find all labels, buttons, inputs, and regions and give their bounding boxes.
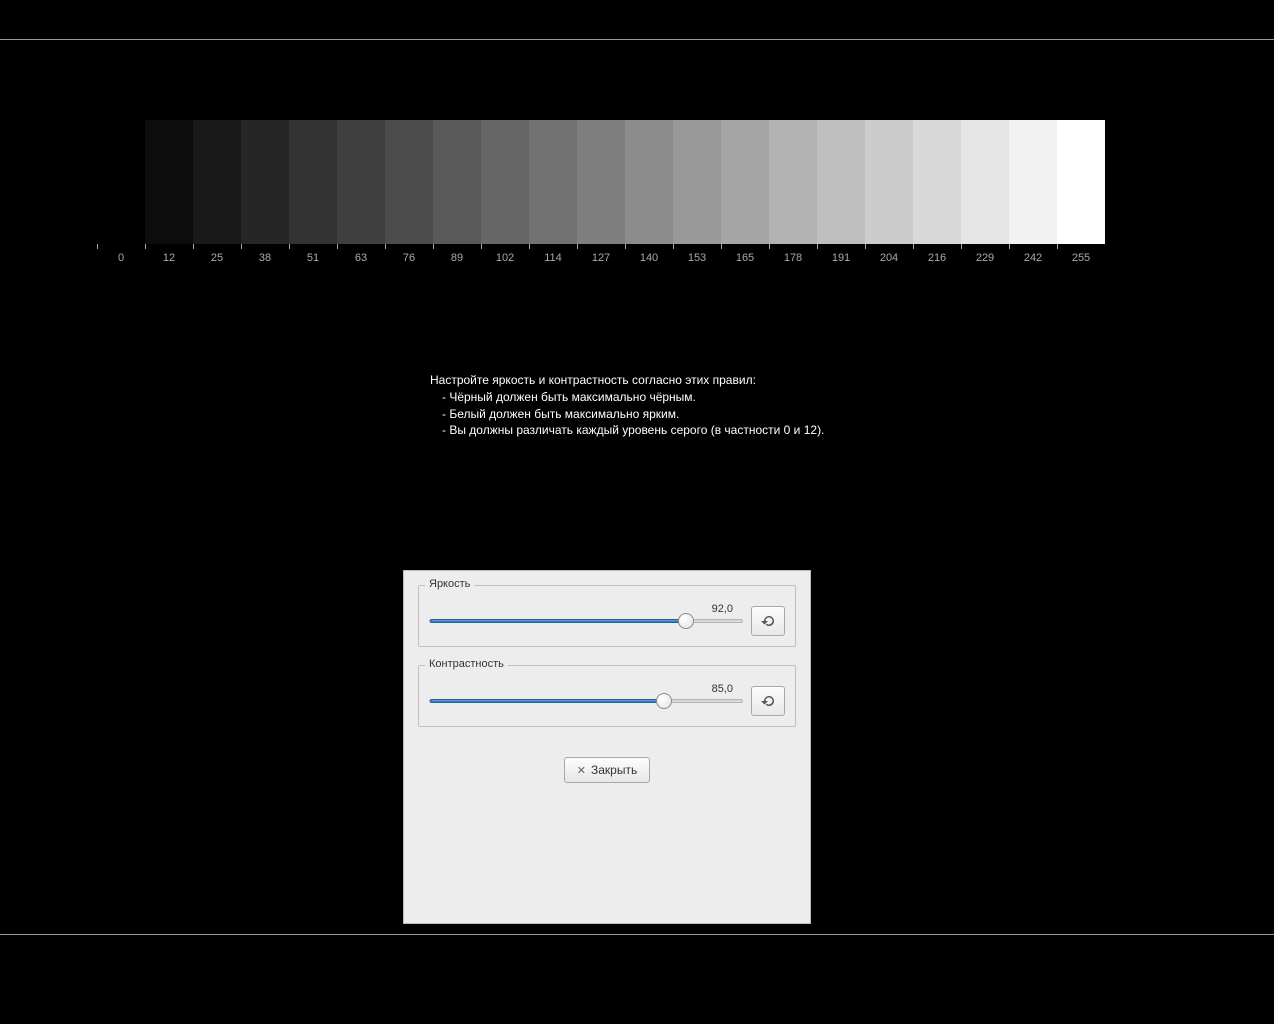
gradient-cell xyxy=(721,120,769,244)
undo-icon xyxy=(760,693,776,709)
frame-top-line xyxy=(0,39,1274,40)
gradient-cell xyxy=(625,120,673,244)
gradient-tick-label: 216 xyxy=(928,252,946,264)
contrast-reset-button[interactable] xyxy=(751,686,785,716)
frame-bottom-line xyxy=(0,934,1274,935)
gradient-tick-label: 102 xyxy=(496,252,514,264)
instruction-rule: - Чёрный должен быть максимально чёрным. xyxy=(442,389,824,406)
gradient-tick-label: 229 xyxy=(976,252,994,264)
gradient-tick-label: 140 xyxy=(640,252,658,264)
gradient-tick-label: 51 xyxy=(307,252,319,264)
gradient-cell xyxy=(97,120,145,244)
gradient-cell xyxy=(1057,120,1105,244)
grayscale-gradient-strip xyxy=(97,120,1105,244)
gradient-tick-label: 0 xyxy=(118,252,124,264)
instruction-rule: - Вы должны различать каждый уровень сер… xyxy=(442,422,824,439)
gradient-cell xyxy=(385,120,433,244)
brightness-group: Яркость 92,0 xyxy=(418,585,796,647)
gradient-tick-label: 255 xyxy=(1072,252,1090,264)
gradient-cell xyxy=(865,120,913,244)
gradient-tick-label: 89 xyxy=(451,252,463,264)
gradient-cell xyxy=(145,120,193,244)
brightness-slider[interactable] xyxy=(429,619,743,623)
gradient-tick-label: 242 xyxy=(1024,252,1042,264)
gradient-tick-label: 153 xyxy=(688,252,706,264)
contrast-group: Контрастность 85,0 xyxy=(418,665,796,727)
instruction-rule: - Белый должен быть максимально ярким. xyxy=(442,406,824,423)
contrast-slider[interactable] xyxy=(429,699,743,703)
gradient-tick-label: 12 xyxy=(163,252,175,264)
gradient-cell xyxy=(193,120,241,244)
gradient-cell xyxy=(337,120,385,244)
brightness-contrast-dialog: Яркость 92,0 Контрастность 85,0 xyxy=(403,570,811,924)
contrast-value: 85,0 xyxy=(712,683,733,695)
gradient-tick-label: 178 xyxy=(784,252,802,264)
gradient-cell xyxy=(817,120,865,244)
gradient-cell xyxy=(1009,120,1057,244)
gradient-cell xyxy=(529,120,577,244)
gradient-tick-label: 63 xyxy=(355,252,367,264)
brightness-reset-button[interactable] xyxy=(751,606,785,636)
gradient-tick-label: 127 xyxy=(592,252,610,264)
gradient-tick-label: 165 xyxy=(736,252,754,264)
gradient-cell xyxy=(481,120,529,244)
undo-icon xyxy=(760,613,776,629)
contrast-label: Контрастность xyxy=(425,658,508,670)
gradient-cell xyxy=(241,120,289,244)
brightness-value: 92,0 xyxy=(712,603,733,615)
gradient-cell xyxy=(913,120,961,244)
gradient-cell xyxy=(673,120,721,244)
contrast-slider-thumb[interactable] xyxy=(656,693,672,709)
gradient-tick-label: 114 xyxy=(544,252,562,264)
instructions-text: Настройте яркость и контрастность соглас… xyxy=(430,372,824,439)
gradient-tick-label: 204 xyxy=(880,252,898,264)
gradient-cell xyxy=(289,120,337,244)
close-button-label: Закрыть xyxy=(591,763,637,777)
close-icon: ✕ xyxy=(577,764,586,777)
instructions-heading: Настройте яркость и контрастность соглас… xyxy=(430,372,824,389)
brightness-label: Яркость xyxy=(425,578,474,590)
gradient-tick-label: 191 xyxy=(832,252,850,264)
gradient-cell xyxy=(769,120,817,244)
gradient-tick-label: 38 xyxy=(259,252,271,264)
gradient-tick-label: 25 xyxy=(211,252,223,264)
brightness-slider-thumb[interactable] xyxy=(678,613,694,629)
gradient-tick-label: 76 xyxy=(403,252,415,264)
close-button[interactable]: ✕ Закрыть xyxy=(564,757,650,783)
gradient-cell xyxy=(577,120,625,244)
gradient-cell xyxy=(961,120,1009,244)
gradient-cell xyxy=(433,120,481,244)
